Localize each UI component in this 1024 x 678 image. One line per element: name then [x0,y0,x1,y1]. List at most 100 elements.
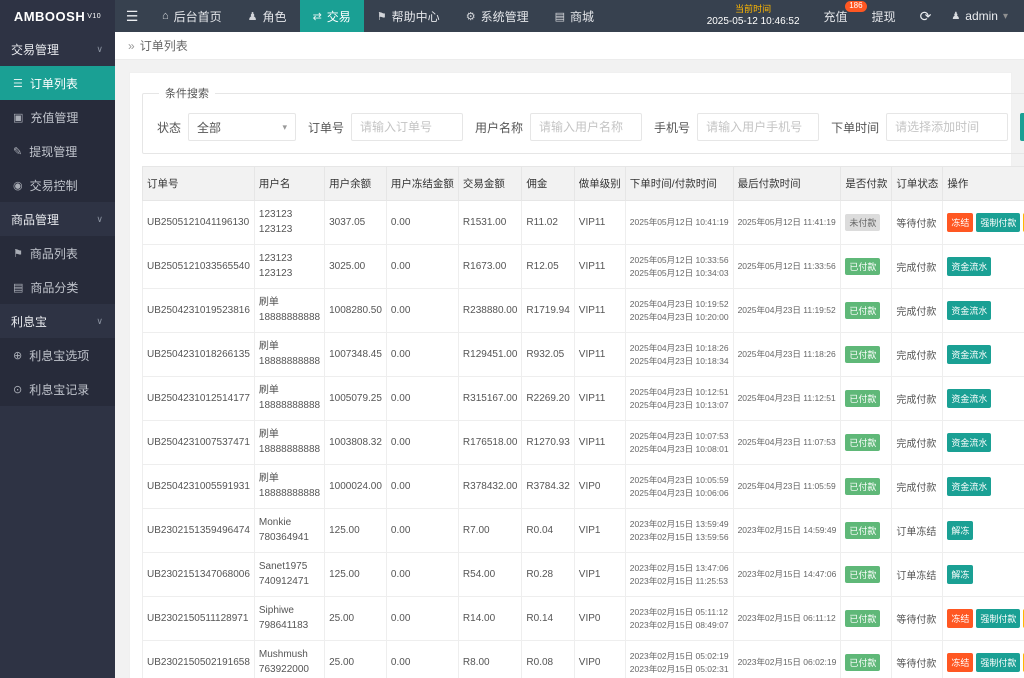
nav-item[interactable]: ⌂ 后台首页 [149,0,235,32]
unfreeze-button[interactable]: 解冻 [947,521,973,540]
order-no-cell: UB2505121041196130 [143,201,255,245]
order-pay-time-cell: 2025年04月23日 10:05:59 2025年04月23日 10:06:0… [625,465,733,509]
sidebar-item[interactable]: ⊙ 利息宝记录 [0,372,115,406]
nav-item-label: 交易 [327,8,351,25]
nav-item-label: 商城 [570,8,594,25]
vip-level-cell: VIP11 [574,201,625,245]
phone-input[interactable] [697,113,819,141]
fund-flow-button[interactable]: 资金流水 [947,389,991,408]
fund-flow-button[interactable]: 资金流水 [947,257,991,276]
last-pay-time-cell: 2023年02月15日 14:59:49 [733,509,841,553]
nav-item[interactable]: ⚙ 系统管理 [453,0,542,32]
user-name: Sanet1975 [259,560,320,575]
fund-flow-button[interactable]: 资金流水 [947,345,991,364]
sidebar-group-label: 商品管理 [11,211,59,228]
search-button[interactable]: 搜 索 [1020,113,1024,141]
user-account: 780364941 [259,531,320,546]
fund-flow-button[interactable]: 资金流水 [947,477,991,496]
content-scroll-area[interactable]: 条件搜索 状态 全部 ▾ 订单号 用户名称 手机号 [115,60,1024,678]
table-row: UB2505121033565540 123123 123123 3025.00… [143,245,1024,289]
sidebar-item-label: 商品列表 [30,245,78,262]
refresh-icon[interactable]: ⟳ [908,8,944,25]
pay-time: 2023年02月15日 11:25:53 [630,575,729,588]
nav-item[interactable]: ⚑ 帮助中心 [364,0,453,32]
pay-status-cell: 已付款 [841,289,892,333]
pay-time: 2025年04月23日 10:20:00 [630,311,729,324]
table-row: UB2302150502191658 Mushmush 763922000 25… [143,641,1024,678]
trade-amount-cell: R7.00 [458,509,522,553]
freeze-button[interactable]: 冻结 [947,653,973,672]
chevron-down-icon: ▾ [1003,11,1008,22]
breadcrumb[interactable]: » 订单列表 [115,32,1024,60]
sidebar-group-header[interactable]: 商品管理 ∨ [0,202,115,236]
frozen-amount-cell: 0.00 [386,553,458,597]
order-time-input[interactable] [886,113,1008,141]
pay-status-badge: 已付款 [845,346,880,363]
nav-item[interactable]: ♟ 角色 [235,0,300,32]
status-select[interactable]: 全部 ▾ [188,113,296,141]
sidebar-item[interactable]: ◉ 交易控制 [0,168,115,202]
sidebar-group-header[interactable]: 利息宝 ∨ [0,304,115,338]
sidebar-group-header[interactable]: 交易管理 ∨ [0,32,115,66]
freeze-button[interactable]: 冻结 [947,213,973,232]
sidebar-item[interactable]: ☰ 订单列表 [0,66,115,100]
recharge-link[interactable]: 充值 186 [812,0,860,32]
status-label: 状态 [157,119,181,136]
username-input[interactable] [530,113,642,141]
nav-item[interactable]: ⇄ 交易 [300,0,364,32]
order-pay-time-cell: 2025年05月12日 10:33:56 2025年05月12日 10:34:0… [625,245,733,289]
order-time: 2023年02月15日 05:11:12 [630,606,729,619]
order-pay-time-cell: 2025年04月23日 10:18:26 2025年04月23日 10:18:3… [625,333,733,377]
order-list-icon: ☰ [13,77,23,90]
user-cell: Monkie 780364941 [254,509,324,553]
username-label: 用户名称 [475,119,523,136]
commission-cell: R1719.94 [522,289,574,333]
commission-cell: R932.05 [522,333,574,377]
hamburger-menu-icon[interactable]: ☰ [115,0,149,32]
sidebar-item[interactable]: ▣ 充值管理 [0,100,115,134]
fund-flow-button[interactable]: 资金流水 [947,301,991,320]
force-pay-button[interactable]: 强制付款 [976,653,1020,672]
actions-cell: 资金流水 [943,465,1024,509]
table-row: UB2504231012514177 刷单 18888888888 100507… [143,377,1024,421]
fund-flow-button[interactable]: 资金流水 [947,433,991,452]
sidebar-item-label: 充值管理 [30,109,78,126]
withdraw-link-label: 提现 [872,8,896,25]
order-status-cell: 完成付款 [892,333,943,377]
pay-status-cell: 已付款 [841,597,892,641]
search-panel: 条件搜索 状态 全部 ▾ 订单号 用户名称 手机号 [142,85,1024,154]
sidebar-item[interactable]: ▤ 商品分类 [0,270,115,304]
order-pay-time-cell: 2023年02月15日 05:11:12 2023年02月15日 08:49:0… [625,597,733,641]
vip-level-cell: VIP0 [574,597,625,641]
app-logo-text: AMBOOSH [14,9,85,24]
sidebar-item[interactable]: ⚑ 商品列表 [0,236,115,270]
order-pay-time-cell: 2025年05月12日 10:41:19 [625,201,733,245]
user-name: Monkie [259,516,320,531]
nav-item[interactable]: ▤ 商城 [542,0,607,32]
order-status-cell: 完成付款 [892,465,943,509]
nav-item-label: 角色 [263,8,287,25]
sidebar-item[interactable]: ✎ 提现管理 [0,134,115,168]
actions-cell: 解冻 [943,509,1024,553]
main-area: » 订单列表 条件搜索 状态 全部 ▾ 订单号 [115,32,1024,678]
chevron-down-icon: ∨ [96,44,103,55]
force-pay-button[interactable]: 强制付款 [976,213,1020,232]
user-account: 123123 [259,223,320,238]
pay-status-badge: 已付款 [845,478,880,495]
order-no-cell: UB2302151347068006 [143,553,255,597]
current-time-label: 当前时间 [707,4,800,16]
admin-menu[interactable]: ♟ admin ▾ [943,9,1024,23]
mall-icon: ▤ [555,10,565,23]
order-time: 2025年04月23日 10:12:51 [630,386,729,399]
sidebar-item[interactable]: ⊕ 利息宝选项 [0,338,115,372]
unfreeze-button[interactable]: 解冻 [947,565,973,584]
phone-label: 手机号 [654,119,690,136]
withdraw-link[interactable]: 提现 [860,0,908,32]
force-pay-button[interactable]: 强制付款 [976,609,1020,628]
order-no-input[interactable] [351,113,463,141]
user-name: 刷单 [259,340,320,355]
user-name: 刷单 [259,384,320,399]
user-balance-cell: 3025.00 [325,245,387,289]
pay-time: 2025年05月12日 10:34:03 [630,267,729,280]
freeze-button[interactable]: 冻结 [947,609,973,628]
